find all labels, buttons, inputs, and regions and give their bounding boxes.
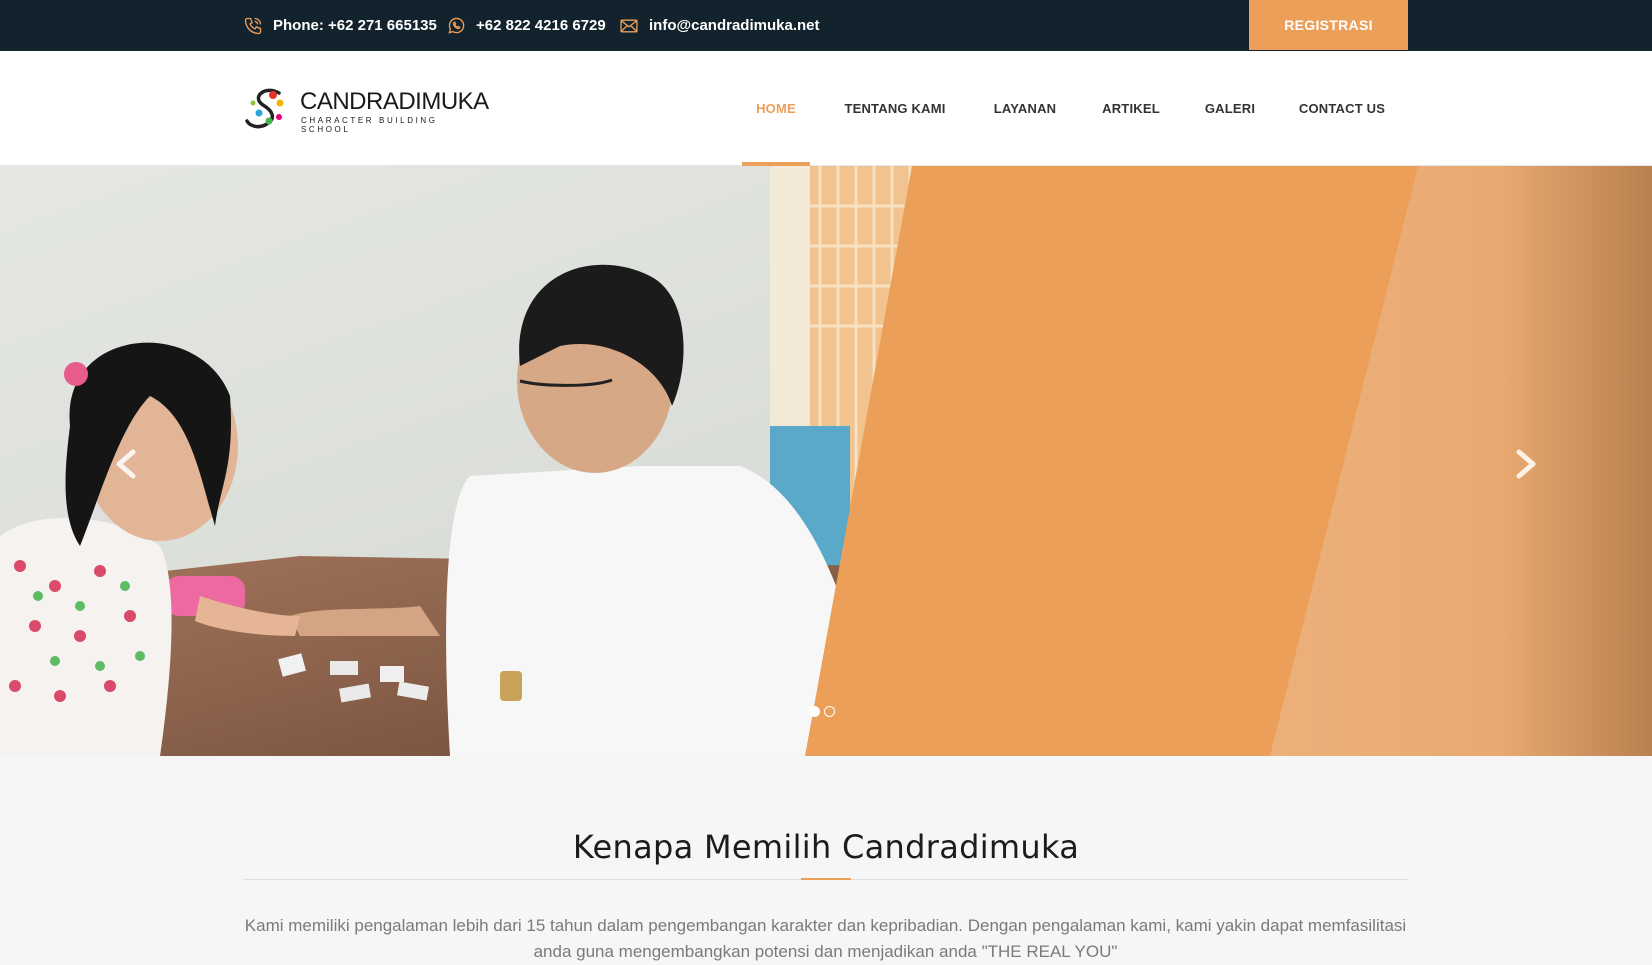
nav-item-galeri[interactable]: GALERI xyxy=(1198,51,1262,166)
why-choose-section: Kenapa Memilih Candradimuka Kami memilik… xyxy=(0,756,1652,963)
whatsapp-text: +62 822 4216 6729 xyxy=(476,17,606,34)
logo-mark-icon xyxy=(245,88,284,129)
section-divider-accent xyxy=(801,878,851,880)
email-contact[interactable]: info@candradimuka.net xyxy=(619,0,820,51)
mail-icon xyxy=(620,19,638,32)
slider-dot-1[interactable] xyxy=(809,706,820,717)
registration-button[interactable]: REGISTRASI xyxy=(1249,0,1408,50)
nav-item-home[interactable]: HOME xyxy=(742,51,810,166)
brand-tagline: CHARACTER BUILDING SCHOOL xyxy=(301,116,438,134)
section-body: Kami memiliki pengalaman lebih dari 15 t… xyxy=(244,916,1407,961)
phone-contact[interactable]: Phone: +62 271 665135 xyxy=(243,0,437,51)
nav-item-artikel[interactable]: ARTIKEL xyxy=(1098,51,1164,166)
phone-text: Phone: +62 271 665135 xyxy=(273,17,437,34)
nav-item-contact-us[interactable]: CONTACT US xyxy=(1296,51,1388,166)
section-title: Kenapa Memilih Candradimuka xyxy=(572,828,1080,866)
slider-dot-2[interactable] xyxy=(824,706,835,717)
whatsapp-contact[interactable]: +62 822 4216 6729 xyxy=(446,0,606,51)
slider-dots xyxy=(809,706,835,717)
hero-slider xyxy=(0,166,1652,756)
whatsapp-icon xyxy=(448,17,465,34)
logo[interactable]: CANDRADIMUKA CHARACTER BUILDING SCHOOL xyxy=(243,83,489,134)
slider-next-icon[interactable] xyxy=(1505,444,1545,484)
slide-image xyxy=(0,166,1652,756)
site-header: CANDRADIMUKA CHARACTER BUILDING SCHOOL H… xyxy=(0,51,1652,166)
slider-prev-icon[interactable] xyxy=(107,444,147,484)
phone-icon xyxy=(244,17,262,34)
nav-item-layanan[interactable]: LAYANAN xyxy=(986,51,1064,166)
brand-name: CANDRADIMUKA xyxy=(300,88,489,115)
nav-item-tentang-kami[interactable]: TENTANG KAMI xyxy=(838,51,952,166)
email-text: info@candradimuka.net xyxy=(649,17,820,34)
top-bar: Phone: +62 271 665135 +62 822 4216 6729 … xyxy=(0,0,1652,51)
